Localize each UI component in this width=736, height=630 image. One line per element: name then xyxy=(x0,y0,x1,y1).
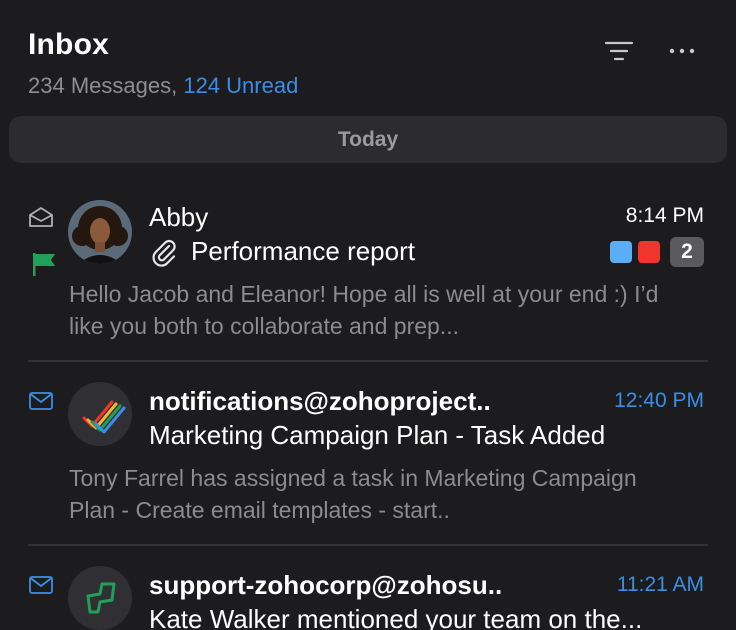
avatar xyxy=(68,200,132,264)
tag-red xyxy=(638,241,660,263)
message-summary: 234 Messages, 124 Unread xyxy=(28,73,298,99)
sender-name: notifications@zohoproject.. xyxy=(149,386,491,416)
email-subject: Marketing Campaign Plan - Task Added xyxy=(149,420,606,450)
email-subject: Performance report xyxy=(149,236,415,267)
email-preview: Hello Jacob and Eleanor! Hope all is wel… xyxy=(69,281,659,339)
sender-name: Abby xyxy=(149,202,209,232)
message-count: 234 Messages, xyxy=(28,73,178,98)
section-header-today: Today xyxy=(9,116,727,163)
flag-icon[interactable] xyxy=(30,250,58,278)
zoho-projects-logo xyxy=(68,382,132,446)
paperclip-icon xyxy=(152,239,176,267)
email-time: 11:21 AM xyxy=(616,573,704,596)
email-tags: 2 xyxy=(610,237,704,267)
filter-icon[interactable] xyxy=(604,36,634,66)
inbox-panel: Inbox 234 Messages, 124 Unread Today Abb… xyxy=(0,0,736,630)
tag-blue xyxy=(610,241,632,263)
zoho-support-logo xyxy=(68,566,132,630)
envelope-icon[interactable] xyxy=(28,390,54,412)
divider xyxy=(28,360,708,362)
email-time: 8:14 PM xyxy=(625,204,704,227)
divider xyxy=(28,544,708,546)
sender-name: support-zohocorp@zohosu.. xyxy=(149,570,503,600)
envelope-open-icon[interactable] xyxy=(28,206,54,228)
page-title: Inbox xyxy=(28,28,109,61)
thread-count-badge: 2 xyxy=(670,237,704,267)
envelope-icon[interactable] xyxy=(28,574,54,596)
unread-count[interactable]: 124 Unread xyxy=(183,73,298,98)
email-time: 12:40 PM xyxy=(614,389,704,412)
more-options-icon[interactable] xyxy=(667,36,697,66)
email-subject: Kate Walker mentioned your team on the..… xyxy=(149,604,643,630)
email-preview: Tony Farrel has assigned a task in Marke… xyxy=(69,465,637,523)
email-subject-text: Performance report xyxy=(191,236,415,266)
